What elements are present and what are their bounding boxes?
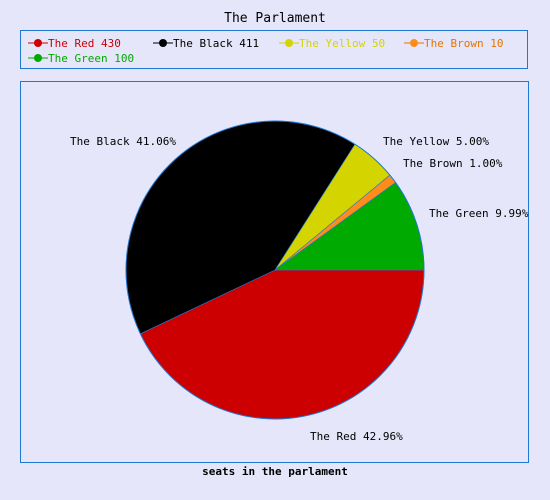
- pie-chart: The Red 42.96% The Black 41.06% The Yellow…: [70, 120, 529, 443]
- slice-label-the-green: The Green 9.99%: [429, 207, 529, 220]
- slice-label-the-yellow: The Yellow 5.00%: [383, 135, 489, 148]
- slice-label-the-red: The Red 42.96%: [310, 430, 403, 443]
- x-axis-label: seats in the parlament: [202, 465, 348, 478]
- slice-label-the-black: The Black 41.06%: [70, 135, 176, 148]
- slice-label-the-brown: The Brown 1.00%: [403, 157, 503, 170]
